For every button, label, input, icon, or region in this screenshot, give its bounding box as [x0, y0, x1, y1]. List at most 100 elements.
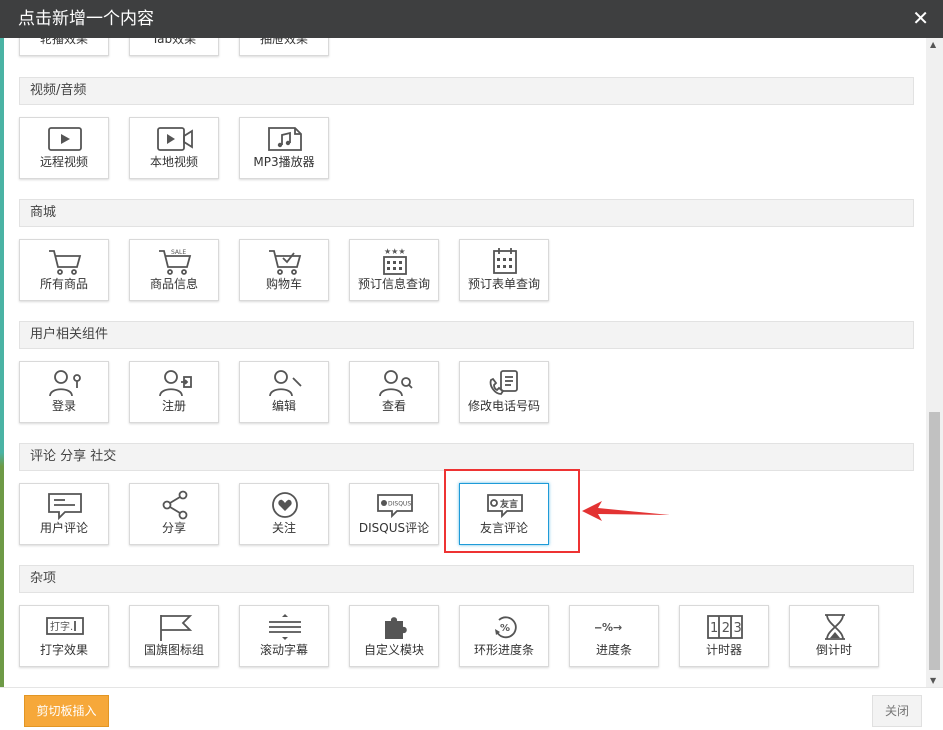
- tile-label: 预订信息查询: [357, 277, 430, 291]
- tile-label: 本地视频: [149, 155, 198, 169]
- tile-label: 注册: [161, 399, 186, 413]
- clipboard-insert-button[interactable]: 剪切板插入: [24, 695, 109, 727]
- svg-text:—%→: —%→: [595, 621, 622, 634]
- tile-label: 抽屉效果: [259, 38, 308, 46]
- tile-disqus-comments[interactable]: DISQUS DISQUS评论: [349, 483, 439, 545]
- tile-label: 进度条: [595, 643, 632, 657]
- tile-booking-form-query[interactable]: 预订表单查询: [459, 239, 549, 301]
- tile-register[interactable]: 注册: [129, 361, 219, 423]
- tile-label: 登录: [51, 399, 76, 413]
- tile-carousel[interactable]: 轮播效果: [19, 38, 109, 56]
- tile-label: 环形进度条: [473, 643, 534, 657]
- highlight-box: [444, 469, 580, 553]
- tile-all-products[interactable]: 所有商品: [19, 239, 109, 301]
- tile-label: DISQUS评论: [358, 521, 430, 535]
- tile-label: 分享: [161, 521, 186, 535]
- share-icon: [162, 490, 188, 520]
- tile-label: 所有商品: [39, 277, 88, 291]
- puzzle-icon: [385, 617, 407, 639]
- svg-text:SALE: SALE: [171, 249, 186, 256]
- section-header-comments-social: 评论 分享 社交: [19, 443, 914, 471]
- tile-label: 编辑: [271, 399, 296, 413]
- tile-label: 用户评论: [39, 521, 88, 535]
- tile-product-info[interactable]: SALE 商品信息: [129, 239, 219, 301]
- section-header-shop: 商城: [19, 199, 914, 227]
- tile-edit[interactable]: 编辑: [239, 361, 329, 423]
- ring-progress-icon: %: [495, 616, 517, 639]
- scrollbar-thumb[interactable]: [929, 412, 940, 670]
- dialog-title: 点击新增一个内容: [18, 9, 154, 29]
- tile-label: 自定义模块: [363, 643, 424, 657]
- typing-icon: 打字.: [46, 617, 84, 635]
- tile-label: 预订表单查询: [467, 277, 540, 291]
- dialog-titlebar: 点击新增一个内容 ✕: [0, 0, 943, 38]
- timer-icon: 123: [707, 615, 745, 639]
- svg-text:DISQUS: DISQUS: [388, 501, 411, 508]
- tile-label: 计时器: [705, 643, 742, 657]
- section-header-misc: 杂项: [19, 565, 914, 593]
- svg-text:打字.: 打字.: [50, 620, 73, 633]
- tile-tab[interactable]: Tab效果: [129, 38, 219, 56]
- tile-login[interactable]: 登录: [19, 361, 109, 423]
- remote-video-icon: [48, 127, 82, 151]
- comment-icon: [48, 493, 82, 520]
- tile-remote-video[interactable]: 远程视频: [19, 117, 109, 179]
- user-search-icon: [379, 370, 413, 397]
- section-header-user-components: 用户相关组件: [19, 321, 914, 349]
- tile-ring-progress[interactable]: % 环形进度条: [459, 605, 549, 667]
- tile-label: 商品信息: [149, 277, 198, 291]
- marquee-icon: [269, 614, 301, 640]
- tile-countdown[interactable]: 倒计时: [789, 605, 879, 667]
- tile-label: MP3播放器: [253, 155, 315, 169]
- scroll-down-icon[interactable]: ▼: [930, 676, 936, 685]
- tile-progress-bar[interactable]: —%→ 进度条: [569, 605, 659, 667]
- tile-timer[interactable]: 123 计时器: [679, 605, 769, 667]
- scroll-up-icon[interactable]: ▲: [930, 40, 936, 49]
- tile-label: 查看: [381, 399, 406, 413]
- svg-text:★★★: ★★★: [384, 247, 406, 256]
- tile-follow[interactable]: 关注: [239, 483, 329, 545]
- heart-icon: [272, 492, 298, 518]
- local-video-icon: [157, 127, 193, 151]
- close-button[interactable]: 关闭: [872, 695, 922, 727]
- tile-label: Tab效果: [151, 38, 197, 46]
- tile-label: 购物车: [265, 277, 302, 291]
- svg-text:%: %: [500, 623, 510, 634]
- tile-drawer[interactable]: 抽屉效果: [239, 38, 329, 56]
- tile-label: 关注: [271, 521, 296, 535]
- hourglass-icon: [825, 614, 845, 640]
- close-icon[interactable]: ✕: [912, 0, 929, 36]
- tile-label: 国旗图标组: [143, 643, 204, 657]
- dialog-footer: 剪切板插入 关闭: [0, 687, 943, 730]
- user-key-icon: [49, 370, 81, 397]
- tile-shopping-cart[interactable]: 购物车: [239, 239, 329, 301]
- svg-text:123: 123: [710, 621, 745, 636]
- pointer-arrow-icon: [582, 501, 670, 521]
- user-edit-icon: [269, 370, 302, 397]
- cart-sale-icon: SALE: [159, 249, 192, 275]
- tile-label: 修改电话号码: [467, 399, 540, 413]
- flag-icon: [160, 615, 193, 641]
- tile-booking-info-query[interactable]: ★★★ 预订信息查询: [349, 239, 439, 301]
- tile-label: 倒计时: [815, 643, 852, 657]
- tile-view[interactable]: 查看: [349, 361, 439, 423]
- tile-mp3-player[interactable]: MP3播放器: [239, 117, 329, 179]
- tile-flag-icons[interactable]: 国旗图标组: [129, 605, 219, 667]
- phone-edit-icon: [489, 370, 518, 395]
- tile-change-phone[interactable]: 修改电话号码: [459, 361, 549, 423]
- tile-typing-effect[interactable]: 打字. 打字效果: [19, 605, 109, 667]
- progress-bar-icon: —%→: [595, 621, 622, 634]
- section-header-video-audio: 视频/音频: [19, 77, 914, 105]
- tile-user-comments[interactable]: 用户评论: [19, 483, 109, 545]
- tile-share[interactable]: 分享: [129, 483, 219, 545]
- tile-marquee[interactable]: 滚动字幕: [239, 605, 329, 667]
- cart-icon: [49, 250, 82, 275]
- user-register-icon: [159, 370, 192, 397]
- tile-local-video[interactable]: 本地视频: [129, 117, 219, 179]
- component-list[interactable]: 轮播效果 Tab效果 抽屉效果 视频/音频 远程视频 本地视频 MP3播放器 商…: [4, 38, 926, 687]
- calendar-stars-icon: ★★★: [383, 247, 407, 275]
- tile-custom-module[interactable]: 自定义模块: [349, 605, 439, 667]
- mp3-player-icon: [268, 127, 302, 151]
- vertical-scrollbar[interactable]: ▲ ▼: [926, 38, 943, 687]
- tile-label: 轮播效果: [39, 38, 88, 46]
